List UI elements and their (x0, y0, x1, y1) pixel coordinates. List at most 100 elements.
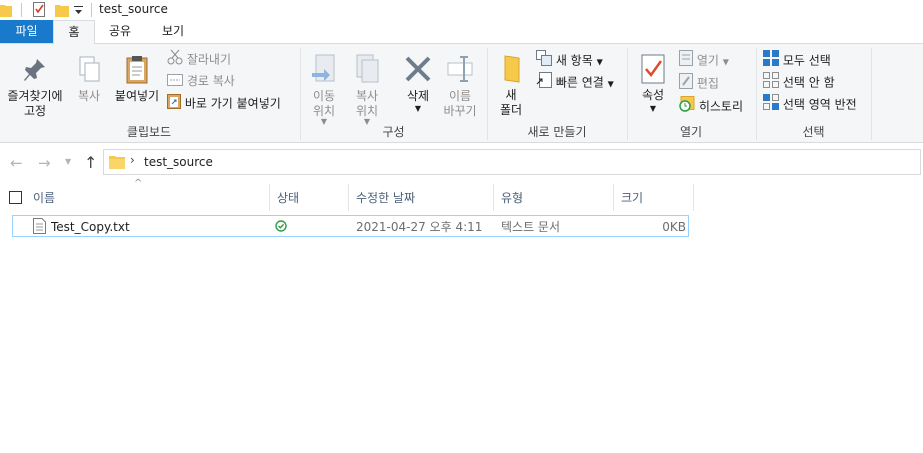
column-header-status[interactable]: 상태 (277, 186, 299, 210)
tab-file[interactable]: 파일 (0, 20, 53, 43)
address-bar[interactable]: › test_source (103, 149, 921, 175)
group-label-clipboard: 클립보드 (126, 125, 172, 139)
group-label-select: 선택 (802, 125, 825, 139)
breadcrumb-current[interactable]: test_source (144, 155, 213, 169)
new-folder-label: 새 폴더 (499, 88, 523, 117)
copy-path-button[interactable]: 경로 복사 (167, 71, 235, 91)
rename-label: 이름 바꾸기 (443, 89, 477, 118)
rename-button[interactable]: 이름 바꾸기 (440, 53, 480, 119)
move-to-button[interactable]: 이동 위치 ▼ (304, 53, 344, 126)
dropdown-arrow-icon: ▼ (414, 104, 422, 113)
clipboard-icon (124, 55, 150, 89)
ribbon: 즐겨찾기에 고정 복사 붙여넣기 잘라내기 경로 복사 바로 가기 붙여넣기 클… (0, 44, 923, 143)
column-divider[interactable] (269, 184, 270, 211)
column-header-name[interactable]: 이름 (33, 186, 55, 210)
copy-to-button[interactable]: 복사 위치 ▼ (347, 53, 387, 126)
title-separator (21, 3, 22, 17)
group-separator (871, 48, 872, 140)
properties-quick-icon[interactable] (33, 2, 45, 20)
select-all-button[interactable]: 모두 선택 (763, 50, 831, 70)
scissors-icon (167, 49, 183, 71)
new-folder-quick-icon[interactable] (55, 3, 69, 20)
open-button[interactable]: 열기 ▼ (679, 50, 729, 70)
file-size: 0KB (662, 220, 686, 234)
invert-selection-label: 선택 영역 반전 (782, 97, 857, 112)
pin-to-quick-access-button[interactable]: 즐겨찾기에 고정 (4, 57, 66, 119)
cut-label: 잘라내기 (186, 52, 231, 67)
pin-icon (23, 57, 47, 87)
tab-share[interactable]: 공유 (100, 20, 140, 43)
copy-icon (76, 55, 102, 89)
copy-button[interactable]: 복사 (72, 55, 106, 104)
title-separator (91, 3, 92, 17)
select-all-icon (763, 50, 779, 72)
sort-ascending-icon: ^ (134, 178, 143, 189)
delete-button[interactable]: 삭제 ▼ (398, 53, 438, 114)
properties-button[interactable]: 속성 ▼ (634, 54, 672, 115)
folder-icon (0, 3, 12, 20)
select-none-icon (763, 72, 779, 94)
recent-locations-chevron-icon[interactable]: ▼ (65, 157, 71, 166)
column-header-size[interactable]: 크기 (621, 186, 643, 210)
group-label-organize: 구성 (382, 125, 405, 139)
forward-arrow-icon[interactable]: → (38, 154, 51, 172)
title-bar: test_source (0, 0, 923, 20)
tab-view[interactable]: 보기 (153, 20, 193, 43)
properties-label: 속성 (641, 88, 665, 102)
history-icon (679, 96, 695, 118)
select-none-button[interactable]: 선택 안 함 (763, 72, 835, 92)
edit-button[interactable]: 편집 (679, 73, 719, 93)
column-divider[interactable] (693, 184, 694, 211)
tab-home[interactable]: 홈 (53, 20, 95, 45)
text-file-icon (33, 218, 46, 237)
back-arrow-icon[interactable]: ← (10, 154, 23, 172)
properties-icon (641, 54, 665, 88)
copy-to-icon (353, 53, 381, 89)
invert-selection-button[interactable]: 선택 영역 반전 (763, 94, 857, 114)
breadcrumb-chevron-icon[interactable]: › (130, 153, 135, 167)
easy-access-button[interactable]: 빠른 연결 ▼ (536, 72, 614, 92)
easy-access-icon (536, 72, 552, 94)
history-button[interactable]: 히스토리 (679, 96, 743, 116)
paste-shortcut-label: 바로 가기 붙여넣기 (184, 96, 281, 111)
new-folder-button[interactable]: 새 폴더 (494, 54, 528, 118)
rename-icon (446, 53, 474, 89)
open-label: 열기 (696, 53, 719, 68)
edit-label: 편집 (696, 76, 719, 91)
dropdown-arrow-icon: ▼ (607, 79, 614, 89)
delete-label: 삭제 (406, 89, 430, 103)
file-type: 텍스트 문서 (501, 220, 561, 234)
paste-shortcut-button[interactable]: 바로 가기 붙여넣기 (167, 93, 281, 113)
ribbon-tabs: 파일 홈 공유 보기 (0, 20, 923, 45)
select-none-label: 선택 안 함 (782, 75, 835, 90)
history-label: 히스토리 (698, 99, 743, 114)
window-title: test_source (99, 2, 168, 16)
group-label-new: 새로 만들기 (527, 125, 587, 139)
new-item-icon (536, 50, 552, 72)
file-modified: 2021-04-27 오후 4:11 (356, 220, 483, 234)
dropdown-arrow-icon: ▼ (649, 104, 657, 113)
column-divider[interactable] (493, 184, 494, 211)
copy-label: 복사 (77, 89, 101, 103)
column-header-modified[interactable]: 수정한 날짜 (356, 186, 415, 210)
customize-quick-access-icon[interactable] (74, 5, 83, 19)
file-name[interactable]: Test_Copy.txt (51, 218, 130, 236)
new-item-button[interactable]: 새 항목 ▼ (536, 50, 603, 70)
move-to-icon (310, 53, 338, 89)
up-arrow-icon[interactable]: ↑ (84, 153, 97, 172)
column-divider[interactable] (348, 184, 349, 211)
copy-path-icon (167, 72, 183, 92)
dropdown-arrow-icon: ▼ (596, 57, 603, 67)
column-header-type[interactable]: 유형 (501, 186, 523, 210)
pin-label: 즐겨찾기에 고정 (7, 89, 63, 118)
column-divider[interactable] (613, 184, 614, 211)
move-to-label: 이동 위치 (312, 89, 336, 118)
copy-to-label: 복사 위치 (355, 89, 379, 118)
paste-button[interactable]: 붙여넣기 (110, 55, 164, 104)
dropdown-arrow-icon: ▼ (722, 57, 729, 67)
easy-access-label: 빠른 연결 (555, 75, 604, 90)
select-all-checkbox[interactable] (9, 191, 22, 207)
delete-x-icon (404, 53, 432, 89)
new-item-label: 새 항목 (555, 53, 593, 68)
cut-button[interactable]: 잘라내기 (167, 49, 231, 69)
